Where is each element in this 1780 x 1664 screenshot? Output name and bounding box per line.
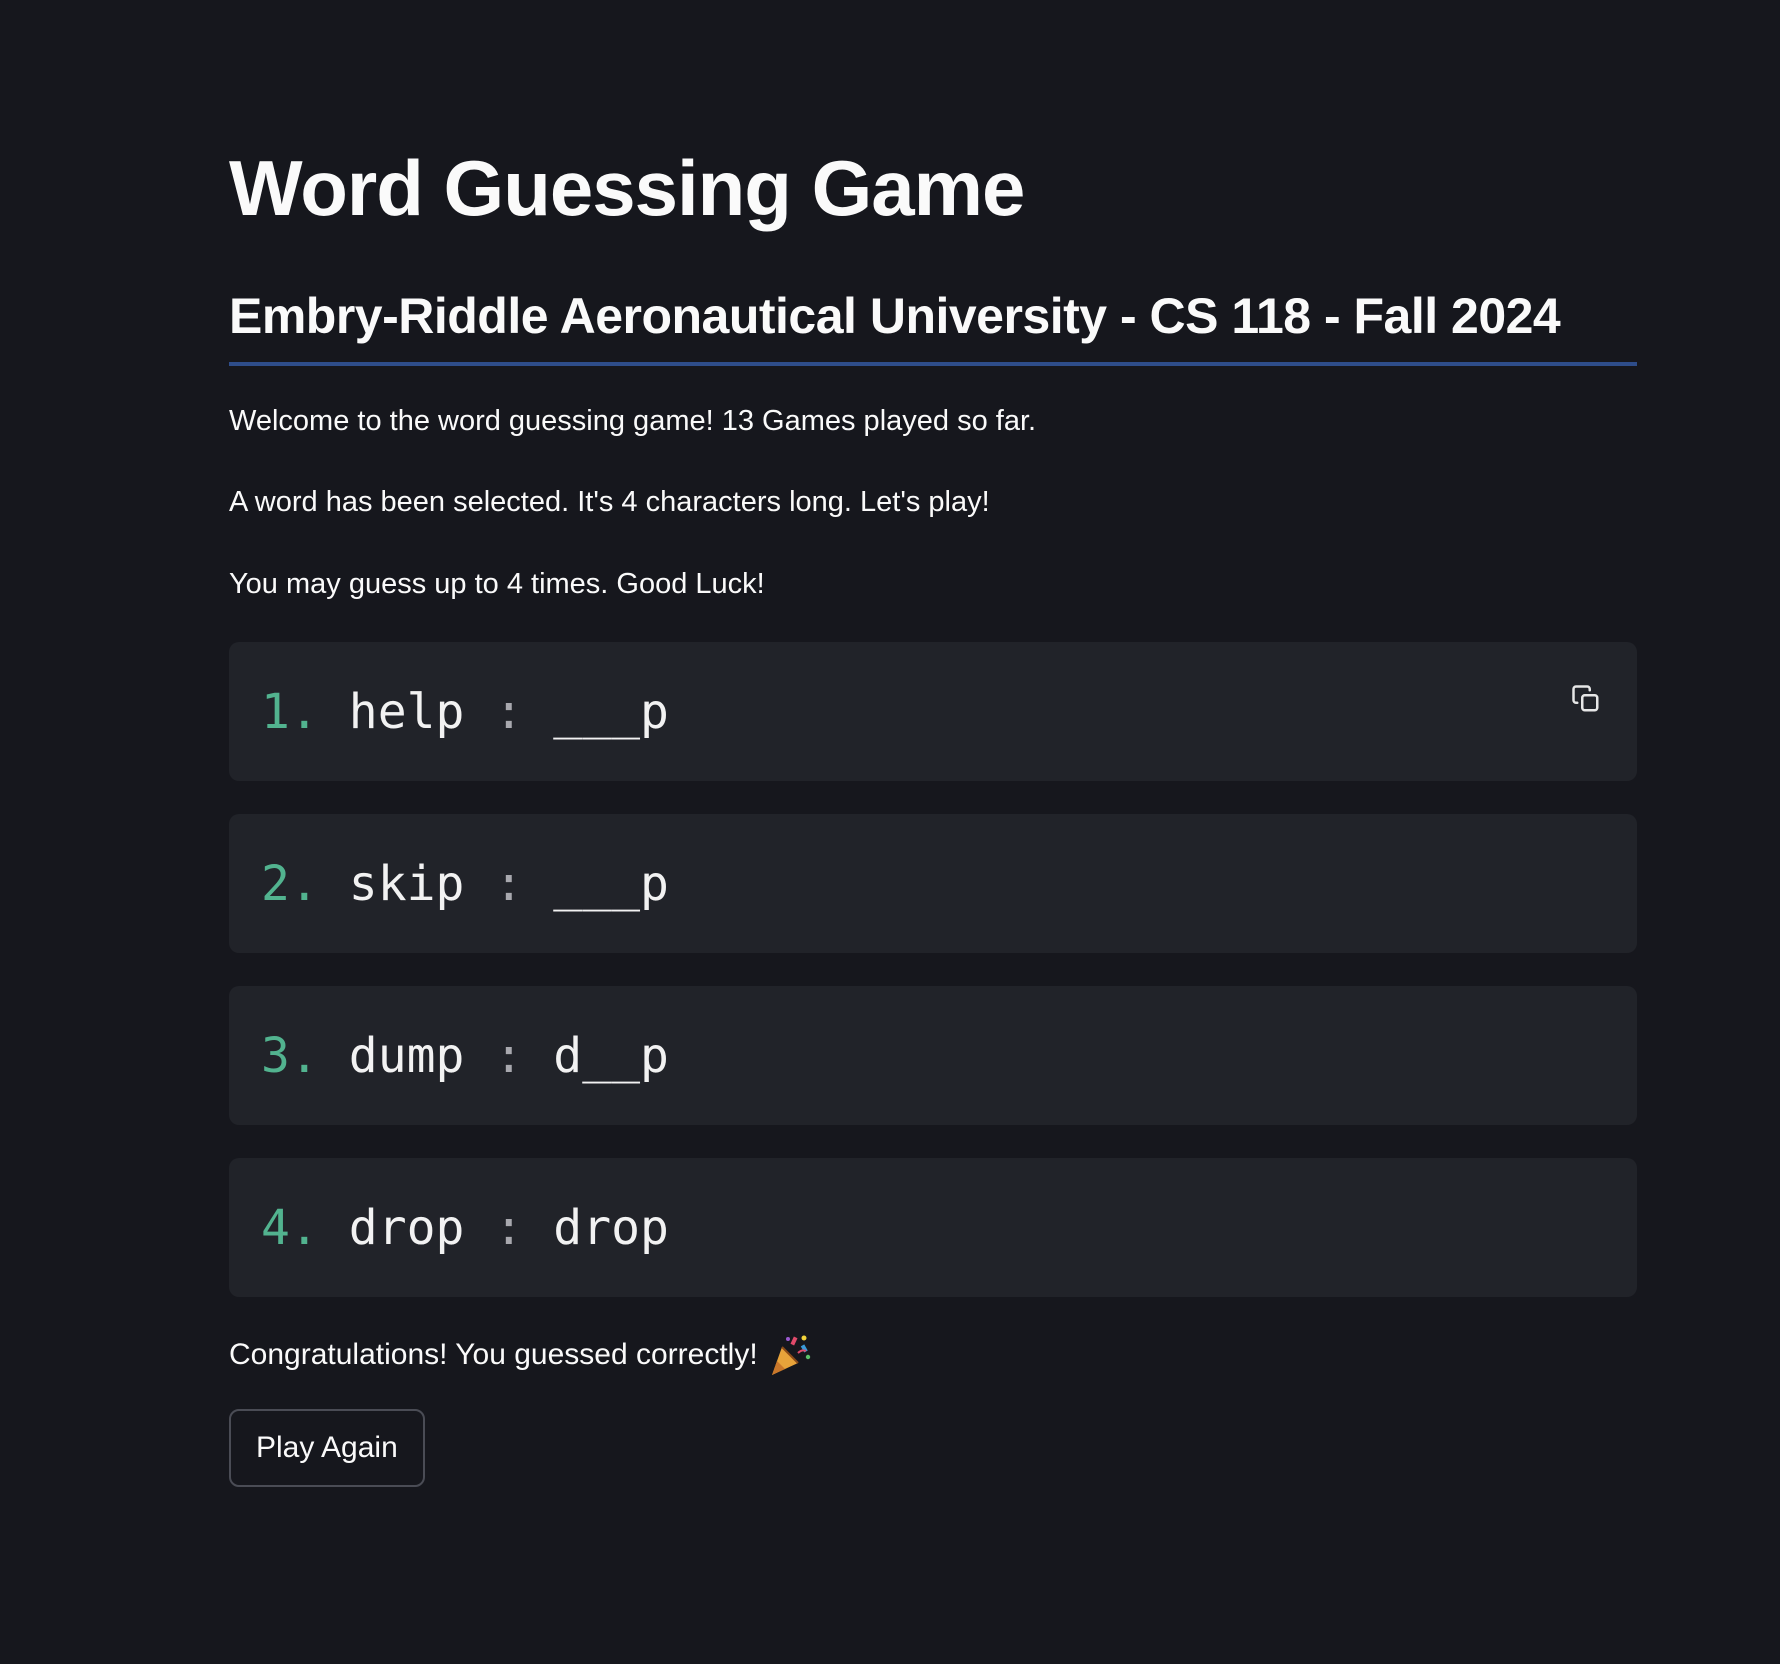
guess-separator: : <box>494 1027 524 1084</box>
guess-word: skip <box>348 855 465 912</box>
guess-word: drop <box>348 1199 465 1256</box>
guess-number: 2. <box>261 855 319 912</box>
guess-word: help <box>348 683 465 740</box>
page-subtitle: Embry-Riddle Aeronautical University - C… <box>229 286 1637 366</box>
guess-limit-message: You may guess up to 4 times. Good Luck! <box>229 568 765 601</box>
guess-number: 3. <box>261 1027 319 1084</box>
page-title: Word Guessing Game <box>229 144 1025 232</box>
main-content: Word Guessing Game Embry-Riddle Aeronaut… <box>229 120 1637 1488</box>
copy-icon[interactable] <box>1567 680 1605 718</box>
guess-pattern: ___p <box>553 855 669 912</box>
word-selected-message: A word has been selected. It's 4 charact… <box>229 486 990 519</box>
guess-code-block: 1. help: ___p <box>229 642 1637 782</box>
guess-separator: : <box>494 683 524 740</box>
guess-number: 1. <box>261 683 319 740</box>
guess-separator: : <box>494 1199 524 1256</box>
party-popper-icon <box>768 1333 812 1377</box>
guess-pattern: d__p <box>553 1027 669 1084</box>
welcome-message: Welcome to the word guessing game! 13 Ga… <box>229 404 1037 437</box>
guess-code-block: 3. dump: d__p <box>229 986 1637 1126</box>
congratulations-message: Congratulations! You guessed correctly! <box>229 1333 1637 1377</box>
congratulations-text: Congratulations! You guessed correctly! <box>229 1338 758 1372</box>
guess-pattern: drop <box>553 1199 669 1256</box>
guess-code-block: 2. skip: ___p <box>229 814 1637 954</box>
guess-pattern: ___p <box>553 683 669 740</box>
guess-separator: : <box>494 855 524 912</box>
play-again-button[interactable]: Play Again <box>229 1409 425 1488</box>
guess-code-block: 4. drop: drop <box>229 1158 1637 1298</box>
guess-word: dump <box>348 1027 465 1084</box>
guess-number: 4. <box>261 1199 319 1256</box>
